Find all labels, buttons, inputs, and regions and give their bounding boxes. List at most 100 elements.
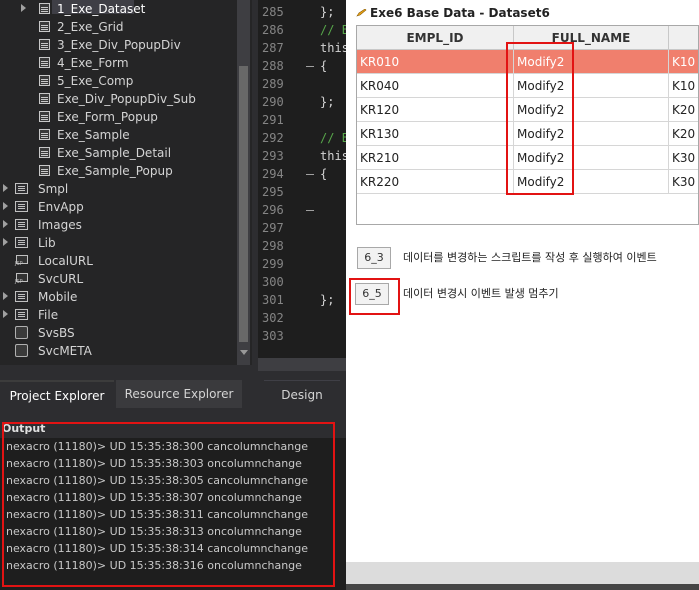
grid-cell-empl-id[interactable]: KR210	[357, 146, 514, 170]
tree-item[interactable]: 4_Exe_Form	[0, 54, 236, 72]
expand-arrow-icon[interactable]	[3, 292, 8, 300]
jsp-url-icon	[15, 272, 28, 285]
form-file-icon	[39, 93, 50, 104]
project-explorer-tree: 1_Exe_Dataset 2_Exe_Grid 3_Exe_Div_PopupDi…	[0, 0, 252, 365]
tree-item-label: SvcURL	[38, 272, 84, 286]
editor-horizontal-scrollbar[interactable]	[258, 358, 348, 371]
tree-item[interactable]: Images	[0, 216, 236, 234]
grid-cell-dept[interactable]: K20	[669, 122, 698, 146]
tree-item-label: SvcMETA	[38, 344, 92, 358]
form-file-icon	[39, 57, 50, 68]
button-highlight-box	[349, 278, 400, 315]
code-line[interactable]: {	[320, 57, 327, 75]
tab-design[interactable]: Design	[264, 380, 340, 409]
grid-cell-empl-id[interactable]: KR220	[357, 170, 514, 194]
form-file-icon	[39, 165, 50, 176]
code-line[interactable]: };	[320, 93, 334, 111]
tree-item[interactable]: 3_Exe_Div_PopupDiv	[0, 36, 236, 54]
tree-item[interactable]: Smpl	[0, 180, 236, 198]
code-line[interactable]: this	[320, 39, 348, 57]
tree-item[interactable]: SvcURL	[0, 270, 236, 288]
expand-arrow-icon[interactable]	[21, 4, 26, 12]
expand-arrow-icon[interactable]	[3, 220, 8, 228]
code-line[interactable]: // E	[320, 129, 348, 147]
preview-footer-bar	[346, 562, 699, 590]
tree-item-label: Exe_Sample_Popup	[57, 164, 173, 178]
tree-item[interactable]: Exe_Sample_Detail	[0, 144, 236, 162]
button-6-3[interactable]: 6_3	[357, 247, 391, 269]
tab-resource-explorer[interactable]: Resource Explorer	[116, 380, 242, 408]
code-editor[interactable]: 285 286 287 288 289 290 291 292 293 294 295 296 297 2…	[258, 0, 348, 365]
grid-cell-dept[interactable]: K10	[669, 50, 698, 74]
pencil-icon	[356, 9, 367, 17]
line-number: 289	[262, 77, 284, 91]
grid-cell-empl-id[interactable]: KR010	[357, 50, 514, 74]
scroll-down-arrow-icon[interactable]	[240, 350, 248, 355]
tree-item[interactable]: Exe_Sample	[0, 126, 236, 144]
grid-header-dept[interactable]	[669, 26, 698, 50]
tree-item[interactable]: Lib	[0, 234, 236, 252]
tree-item[interactable]: Exe_Form_Popup	[0, 108, 236, 126]
grid-cell-empl-id[interactable]: KR120	[357, 98, 514, 122]
tree-item-label: 1_Exe_Dataset	[57, 2, 146, 16]
fold-marker[interactable]	[306, 66, 314, 67]
grid-cell-dept[interactable]: K30	[669, 170, 698, 194]
line-number-gutter: 285 286 287 288 289 290 291 292 293 294 295 296 297 2…	[258, 0, 318, 365]
code-line[interactable]: this	[320, 147, 348, 165]
tree-item[interactable]: 1_Exe_Dataset	[0, 0, 236, 18]
tree-item-label: Exe_Form_Popup	[57, 110, 158, 124]
line-number: 303	[262, 329, 284, 343]
tree-item-label: Exe_Sample	[57, 128, 130, 142]
grid-cell-empl-id[interactable]: KR130	[357, 122, 514, 146]
tab-project-explorer[interactable]: Project Explorer	[0, 380, 114, 410]
folder-icon	[15, 237, 28, 248]
folder-icon	[15, 291, 28, 302]
code-line[interactable]: // E	[320, 21, 348, 39]
form-file-icon	[39, 39, 50, 50]
tree-item[interactable]: Exe_Div_PopupDiv_Sub	[0, 90, 236, 108]
folder-icon	[15, 183, 28, 194]
tree-item[interactable]: SvcMETA	[0, 342, 236, 360]
tree-item[interactable]: 2_Exe_Grid	[0, 18, 236, 36]
grid-header-empl-id[interactable]: EMPL_ID	[357, 26, 514, 50]
line-number: 288	[262, 59, 284, 73]
code-line[interactable]: };	[320, 3, 334, 21]
tree-item-label: LocalURL	[38, 254, 93, 268]
line-number: 295	[262, 185, 284, 199]
folder-icon	[15, 219, 28, 230]
folder-icon	[15, 309, 28, 320]
button-6-3-description: 데이터를 변경하는 스크립트를 작성 후 실행하여 이벤트	[403, 251, 657, 264]
tree-item-label: Images	[38, 218, 82, 232]
tree-item[interactable]: EnvApp	[0, 198, 236, 216]
grid-cell-dept[interactable]: K20	[669, 98, 698, 122]
tree-item[interactable]: Mobile	[0, 288, 236, 306]
tree-item-label: 4_Exe_Form	[57, 56, 129, 70]
form-title: Exe6 Base Data - Dataset6	[356, 4, 550, 22]
grid-cell-empl-id[interactable]: KR040	[357, 74, 514, 98]
expand-arrow-icon[interactable]	[3, 310, 8, 318]
fold-marker[interactable]	[306, 210, 314, 211]
form-title-text: Exe6 Base Data - Dataset6	[370, 6, 550, 20]
line-number: 294	[262, 167, 284, 181]
code-line[interactable]: };	[320, 291, 334, 309]
code-line[interactable]: {	[320, 165, 327, 183]
grid-cell-dept[interactable]: K30	[669, 146, 698, 170]
line-number: 286	[262, 23, 284, 37]
fold-marker[interactable]	[306, 174, 314, 175]
folder-icon	[15, 201, 28, 212]
line-number: 296	[262, 203, 284, 217]
tree-item[interactable]: 5_Exe_Comp	[0, 72, 236, 90]
tree-item[interactable]: SvsBS	[0, 324, 236, 342]
expand-arrow-icon[interactable]	[3, 238, 8, 246]
tree-item-label: EnvApp	[38, 200, 84, 214]
expand-arrow-icon[interactable]	[3, 184, 8, 192]
tree-item[interactable]: File	[0, 306, 236, 324]
tree-item[interactable]: LocalURL	[0, 252, 236, 270]
form-file-icon	[39, 129, 50, 140]
explorer-scrollbar[interactable]	[237, 0, 250, 365]
tree-item[interactable]: Exe_Sample_Popup	[0, 162, 236, 180]
expand-arrow-icon[interactable]	[3, 202, 8, 210]
scrollbar-thumb[interactable]	[239, 66, 248, 342]
tree-item-label: Mobile	[38, 290, 78, 304]
grid-cell-dept[interactable]: K10	[669, 74, 698, 98]
